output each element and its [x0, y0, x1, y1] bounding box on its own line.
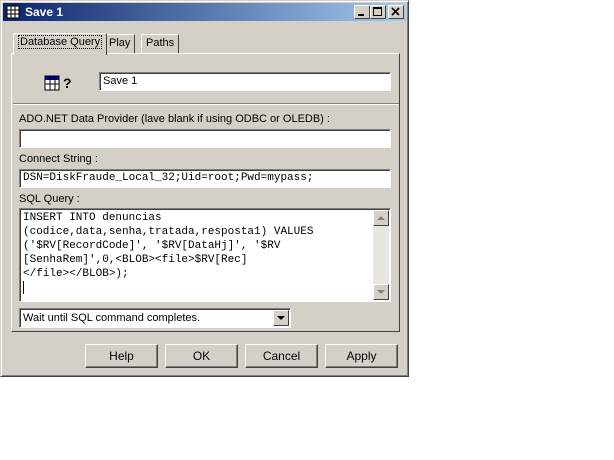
connect-string-label: Connect String :: [19, 153, 98, 165]
sql-line: INSERT INTO denuncias: [23, 212, 162, 224]
cancel-button-label: Cancel: [262, 349, 301, 363]
tab-label: Paths: [146, 37, 175, 49]
minimize-icon: [358, 14, 364, 16]
svg-text:?: ?: [63, 75, 72, 91]
window-title: Save 1: [25, 5, 64, 19]
tab-label: Database Query: [18, 35, 103, 49]
sql-scrollbar[interactable]: [373, 210, 389, 300]
scroll-down-button[interactable]: [373, 284, 389, 300]
maximize-icon: [373, 7, 382, 16]
name-input-value: Save 1: [103, 75, 138, 87]
apply-button[interactable]: Apply: [325, 344, 398, 368]
minimize-button[interactable]: [354, 5, 370, 19]
name-input[interactable]: Save 1: [99, 72, 391, 91]
divider: [13, 103, 399, 105]
save-dialog: Save 1 Database Query Play Paths ? Save …: [0, 0, 409, 377]
tab-database-query[interactable]: Database Query: [13, 33, 108, 55]
connect-string-value: DSN=DiskFraude_Local_32;Uid=root;Pwd=myp…: [23, 172, 314, 184]
connect-string-input[interactable]: DSN=DiskFraude_Local_32;Uid=root;Pwd=myp…: [19, 169, 391, 188]
sql-query-label: SQL Query :: [19, 193, 80, 205]
database-query-icon: ?: [44, 75, 72, 91]
chevron-down-icon: [277, 316, 285, 320]
sql-line: [SenhaRem]',0,<BLOB><file>$RV[Rec]: [23, 254, 248, 266]
wait-mode-value: Wait until SQL command completes.: [23, 312, 201, 324]
help-button-label: Help: [109, 349, 134, 363]
triangle-down-icon: [377, 290, 385, 294]
close-icon: [391, 7, 400, 16]
sql-query-textarea[interactable]: INSERT INTO denuncias (codice,data,senha…: [19, 208, 391, 302]
provider-label: ADO.NET Data Provider (lave blank if usi…: [19, 113, 330, 125]
title-bar[interactable]: Save 1: [3, 3, 406, 21]
wait-mode-select[interactable]: Wait until SQL command completes.: [19, 308, 291, 328]
dropdown-button[interactable]: [273, 310, 289, 326]
sql-line: (codice,data,senha,tratada,resposta1) VA…: [23, 226, 314, 238]
text-caret: [23, 281, 24, 294]
close-button[interactable]: [388, 5, 404, 19]
grid-icon: [6, 5, 20, 19]
tab-label: Play: [109, 37, 131, 49]
ok-button[interactable]: OK: [165, 344, 238, 368]
maximize-button[interactable]: [370, 5, 386, 19]
sql-line: ('$RV[RecordCode]', '$RV[DataHj]', '$RV: [23, 240, 281, 252]
apply-button-label: Apply: [346, 349, 377, 363]
tab-paths[interactable]: Paths: [141, 34, 180, 53]
tab-play[interactable]: Play: [104, 34, 136, 53]
cancel-button[interactable]: Cancel: [245, 344, 318, 368]
help-button[interactable]: Help: [85, 344, 158, 368]
ok-button-label: OK: [192, 349, 211, 363]
provider-input[interactable]: [19, 129, 391, 148]
sql-line: </file></BLOB>);: [23, 268, 129, 280]
triangle-up-icon: [377, 216, 385, 220]
scroll-up-button[interactable]: [373, 210, 389, 226]
